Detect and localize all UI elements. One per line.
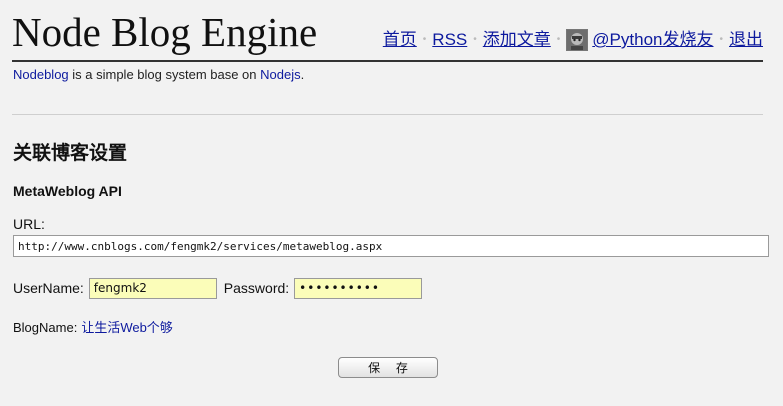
- nav-rss-link[interactable]: RSS: [432, 29, 467, 51]
- nav-separator: •: [473, 34, 477, 45]
- credentials-row: UserName: Password:: [13, 277, 423, 299]
- blogname-label: BlogName:: [13, 320, 78, 335]
- username-input[interactable]: [88, 277, 217, 299]
- nav-logout-link[interactable]: 退出: [729, 29, 763, 51]
- nodeblog-link[interactable]: Nodeblog: [13, 67, 69, 82]
- site-header: Node Blog Engine 首页 • RSS • 添加文章 • @Pyth…: [12, 8, 763, 62]
- nav-add-post-link[interactable]: 添加文章: [483, 29, 551, 51]
- nodejs-link[interactable]: Nodejs: [260, 67, 300, 82]
- blogname-link[interactable]: 让生活Web个够: [81, 320, 173, 335]
- nav-home-link[interactable]: 首页: [383, 29, 417, 51]
- nav-separator: •: [719, 34, 723, 45]
- page: Node Blog Engine 首页 • RSS • 添加文章 • @Pyth…: [0, 0, 783, 406]
- user-avatar[interactable]: [566, 29, 589, 51]
- save-button[interactable]: 保 存: [338, 357, 438, 378]
- nav-user-link[interactable]: @Python发烧友: [592, 29, 713, 51]
- api-subtitle: MetaWeblog API: [13, 183, 122, 199]
- page-title: 关联博客设置: [13, 143, 128, 164]
- nav-separator: •: [556, 34, 561, 45]
- tagline: Nodeblog is a simple blog system base on…: [13, 67, 304, 83]
- url-label: URL:: [13, 216, 45, 232]
- password-input[interactable]: [294, 277, 423, 299]
- username-label: UserName:: [13, 280, 84, 296]
- top-nav: 首页 • RSS • 添加文章 • @Python发烧友 • 退出: [383, 29, 763, 51]
- tagline-text: is a simple blog system base on: [68, 67, 261, 82]
- nav-separator: •: [422, 34, 427, 45]
- site-title: Node Blog Engine: [12, 9, 318, 55]
- url-input[interactable]: [13, 235, 769, 257]
- password-label: Password:: [223, 280, 290, 296]
- avatar-icon: [567, 30, 588, 50]
- blogname-row: BlogName: 让生活Web个够: [13, 320, 173, 336]
- tagline-period: .: [300, 67, 305, 82]
- section-divider: [12, 114, 763, 115]
